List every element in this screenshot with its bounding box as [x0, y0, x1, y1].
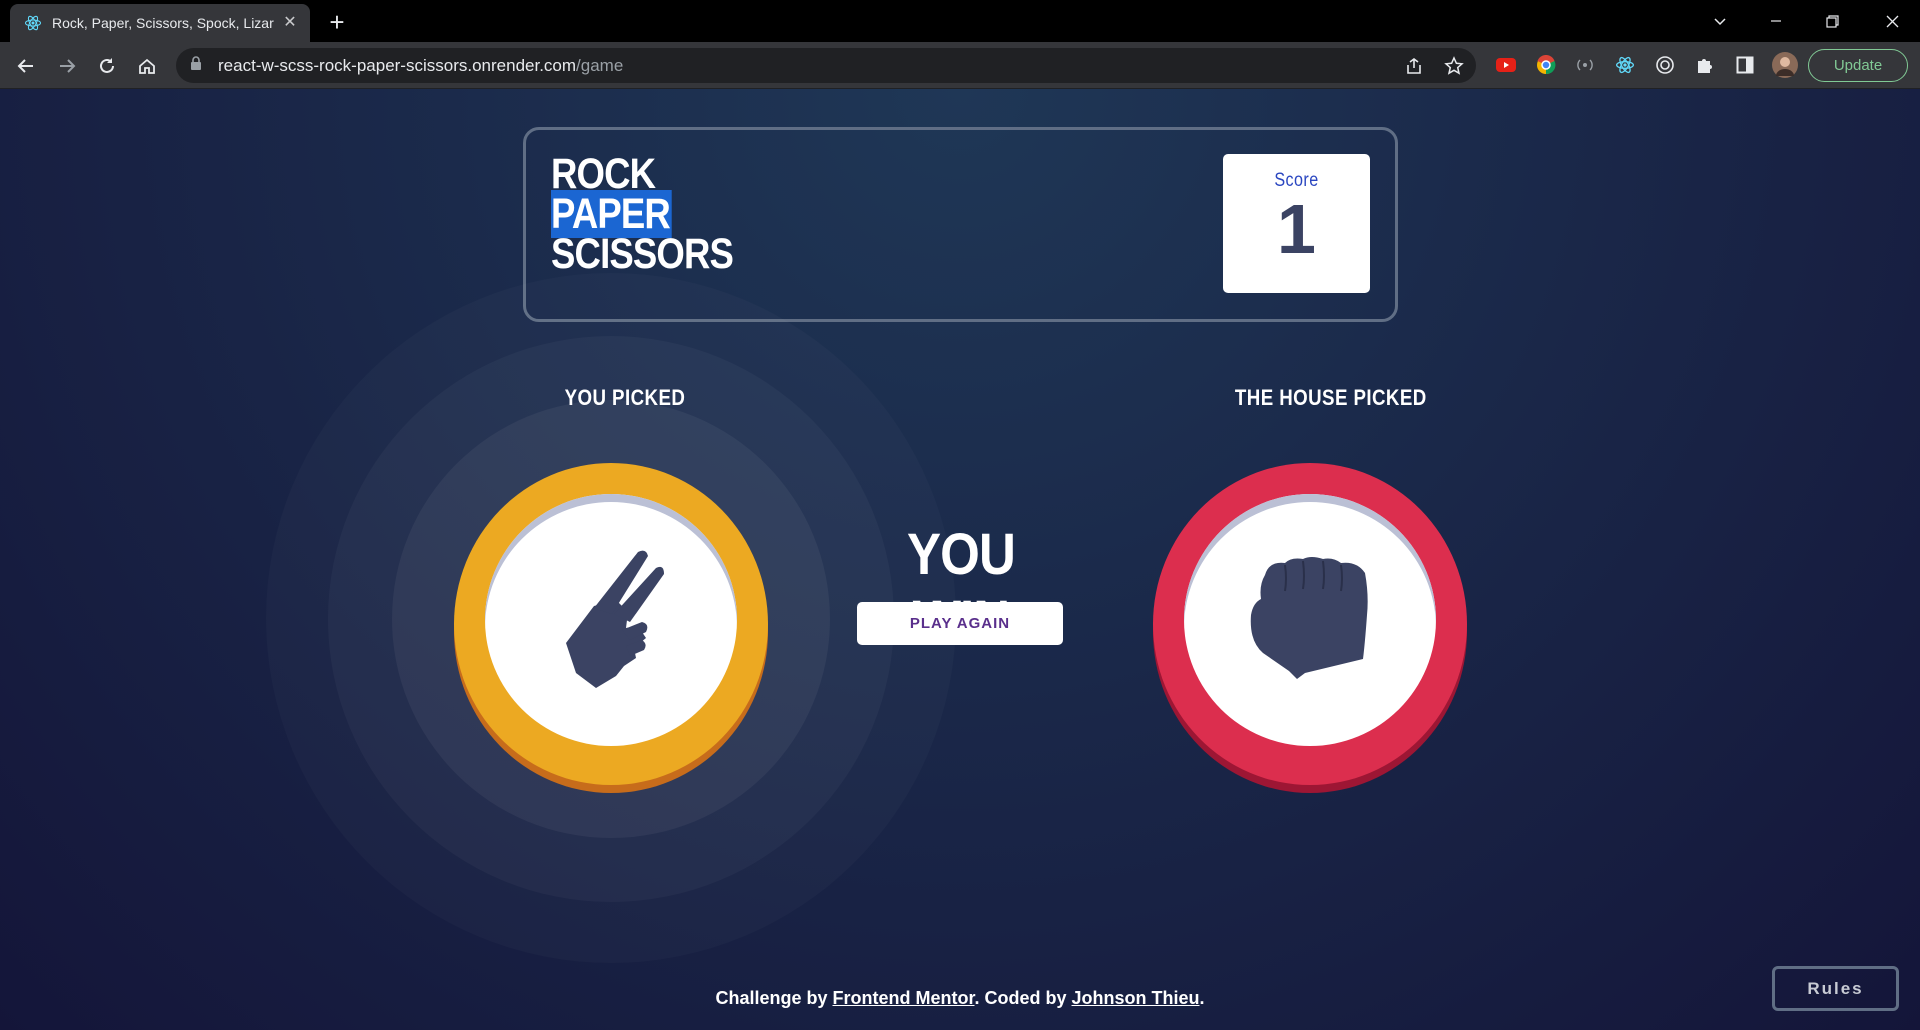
scissors-hand-icon	[556, 548, 666, 693]
tab-search-icon[interactable]	[1692, 0, 1748, 42]
close-window-button[interactable]	[1864, 0, 1920, 42]
player-choice-scissors	[454, 463, 768, 785]
url-host: react-w-scss-rock-paper-scissors.onrende…	[218, 55, 577, 75]
chrome-extension-icon[interactable]	[1535, 54, 1557, 76]
footer-middle: . Coded by	[974, 988, 1072, 1008]
react-devtools-icon[interactable]	[1614, 54, 1636, 76]
bookmark-star-icon[interactable]	[1444, 56, 1464, 76]
broadcast-extension-icon[interactable]	[1574, 54, 1596, 76]
you-picked-label: YOU PICKED	[564, 385, 686, 410]
new-tab-button[interactable]: +	[322, 8, 352, 38]
play-again-button[interactable]: PLAY AGAIN	[857, 602, 1063, 645]
address-bar[interactable]: react-w-scss-rock-paper-scissors.onrende…	[176, 48, 1476, 83]
update-button[interactable]: Update	[1808, 49, 1908, 82]
browser-toolbar: react-w-scss-rock-paper-scissors.onrende…	[0, 42, 1920, 89]
score-card: Score 1	[1223, 154, 1370, 293]
react-favicon-icon	[24, 14, 42, 32]
house-picked-label: THE HOUSE PICKED	[1234, 385, 1427, 410]
home-icon[interactable]	[131, 50, 163, 82]
score-label: Score	[1274, 170, 1319, 191]
url-path: /game	[576, 55, 624, 75]
rock-fist-icon	[1245, 555, 1375, 685]
footer-suffix: .	[1199, 988, 1205, 1008]
target-extension-icon[interactable]	[1654, 54, 1676, 76]
extensions-puzzle-icon[interactable]	[1694, 54, 1716, 76]
score-value: 1	[1277, 190, 1316, 268]
minimize-button[interactable]	[1748, 0, 1804, 42]
game-page: ROCK PAPER SCISSORS Score 1 YOU PICKED T…	[0, 89, 1920, 1030]
profile-avatar[interactable]	[1772, 52, 1798, 78]
game-logo: ROCK PAPER SCISSORS	[551, 150, 734, 278]
side-panel-icon[interactable]	[1734, 54, 1756, 76]
tab-close-icon[interactable]: ✕	[280, 13, 300, 33]
url-text: react-w-scss-rock-paper-scissors.onrende…	[218, 56, 623, 76]
forward-arrow-icon[interactable]	[51, 50, 83, 82]
active-tab[interactable]: Rock, Paper, Scissors, Spock, Lizar ✕	[10, 4, 310, 42]
logo-line-rock: ROCK	[551, 150, 656, 198]
tab-title: Rock, Paper, Scissors, Spock, Lizar	[52, 15, 274, 31]
page-footer: Challenge by Frontend Mentor. Coded by J…	[0, 988, 1920, 1009]
back-arrow-icon[interactable]	[10, 50, 42, 82]
footer-prefix: Challenge by	[715, 988, 833, 1008]
restore-button[interactable]	[1804, 0, 1860, 42]
logo-line-scissors: SCISSORS	[551, 230, 734, 278]
author-link[interactable]: Johnson Thieu	[1072, 988, 1200, 1008]
frontend-mentor-link[interactable]: Frontend Mentor	[833, 988, 975, 1008]
rules-button[interactable]: Rules	[1772, 966, 1899, 1011]
tab-bar: Rock, Paper, Scissors, Spock, Lizar ✕ +	[0, 0, 1920, 42]
lock-icon[interactable]	[190, 56, 206, 75]
house-choice-rock	[1153, 463, 1467, 785]
reload-icon[interactable]	[91, 50, 123, 82]
youtube-extension-icon[interactable]	[1495, 54, 1517, 76]
share-icon[interactable]	[1404, 56, 1424, 76]
